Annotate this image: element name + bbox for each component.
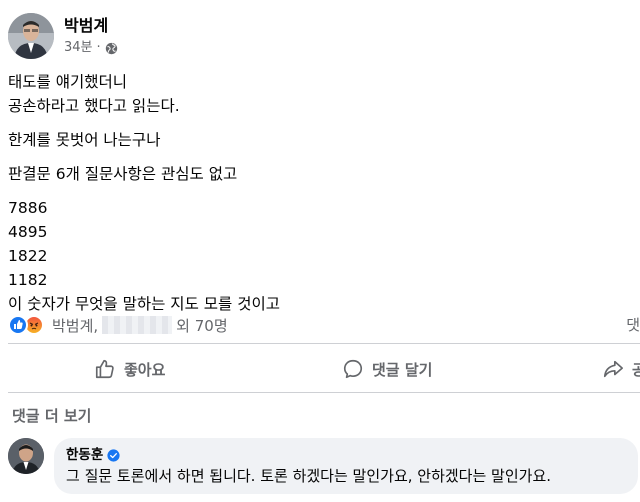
comment-item: 한동훈 그 질문 토론에서 하면 됩니다. 토론 하겠다는 말인가요, 안하겠다…: [8, 438, 638, 494]
post-paragraph: 태도를 얘기했더니 공손하라고 했다고 읽는다.: [8, 70, 628, 118]
comment-icon: [343, 359, 363, 379]
share-label: 공: [632, 360, 640, 379]
author-avatar[interactable]: [8, 13, 54, 59]
post-line: 1182: [8, 271, 48, 289]
reactions-bar: 박범계, 외 70명 댓: [8, 312, 640, 338]
comment-count[interactable]: 댓: [626, 314, 640, 335]
like-label: 좋아요: [124, 360, 166, 379]
verified-badge-icon: [107, 448, 120, 462]
post-line: 1822: [8, 247, 48, 265]
post-line: 공손하라고 했다고 읽는다.: [8, 97, 180, 115]
post-line: 한계를 못벗어 나는구나: [8, 131, 161, 149]
blurred-name: [102, 316, 173, 334]
meta-separator: ·: [96, 40, 101, 55]
share-icon: [603, 360, 623, 378]
post-meta: 34분 ·: [64, 39, 118, 57]
share-button[interactable]: 공: [602, 358, 640, 380]
action-bar: 좋아요 댓글 달기 공: [8, 350, 640, 388]
commenter-name-row: 한동훈: [66, 446, 626, 464]
like-reaction-icon: [8, 315, 28, 335]
comment-bubble: 한동훈 그 질문 토론에서 하면 됩니다. 토론 하겠다는 말인가요, 안하겠다…: [54, 438, 638, 494]
post-time[interactable]: 34분: [64, 39, 93, 57]
divider: [8, 392, 640, 393]
post-line: 4895: [8, 223, 48, 241]
post-line: 태도를 얘기했더니: [8, 73, 128, 91]
thumbs-up-icon: [95, 359, 114, 379]
like-button[interactable]: 좋아요: [94, 358, 165, 380]
reaction-names[interactable]: 박범계,: [52, 315, 98, 336]
commenter-avatar[interactable]: [8, 438, 44, 474]
reaction-count[interactable]: 외 70명: [176, 315, 227, 336]
comment-text: 그 질문 토론에서 하면 됩니다. 토론 하겠다는 말인가요, 안하겠다는 말인…: [66, 467, 552, 485]
post-paragraph: 7886 4895 1822 1182 이 숫자가 무엇을 말하는 지도 모를 …: [8, 196, 628, 316]
post-line: 7886: [8, 199, 48, 217]
globe-icon: [105, 42, 117, 54]
reaction-icons[interactable]: [8, 315, 44, 335]
post-paragraph: 한계를 못벗어 나는구나: [8, 128, 628, 152]
post-line: 판결문 6개 질문사항은 관심도 없고: [8, 165, 238, 183]
post-body: 태도를 얘기했더니 공손하라고 했다고 읽는다. 한계를 못벗어 나는구나 판결…: [8, 70, 628, 326]
commenter-name[interactable]: 한동훈: [66, 446, 103, 464]
divider: [8, 343, 640, 344]
view-more-comments-link[interactable]: 댓글 더 보기: [12, 405, 91, 426]
comment-button[interactable]: 댓글 달기: [342, 358, 432, 380]
author-name[interactable]: 박범계: [64, 15, 118, 37]
post-paragraph: 판결문 6개 질문사항은 관심도 없고: [8, 162, 628, 186]
comment-label: 댓글 달기: [372, 360, 433, 379]
post-header: 박범계 34분 ·: [8, 10, 118, 62]
